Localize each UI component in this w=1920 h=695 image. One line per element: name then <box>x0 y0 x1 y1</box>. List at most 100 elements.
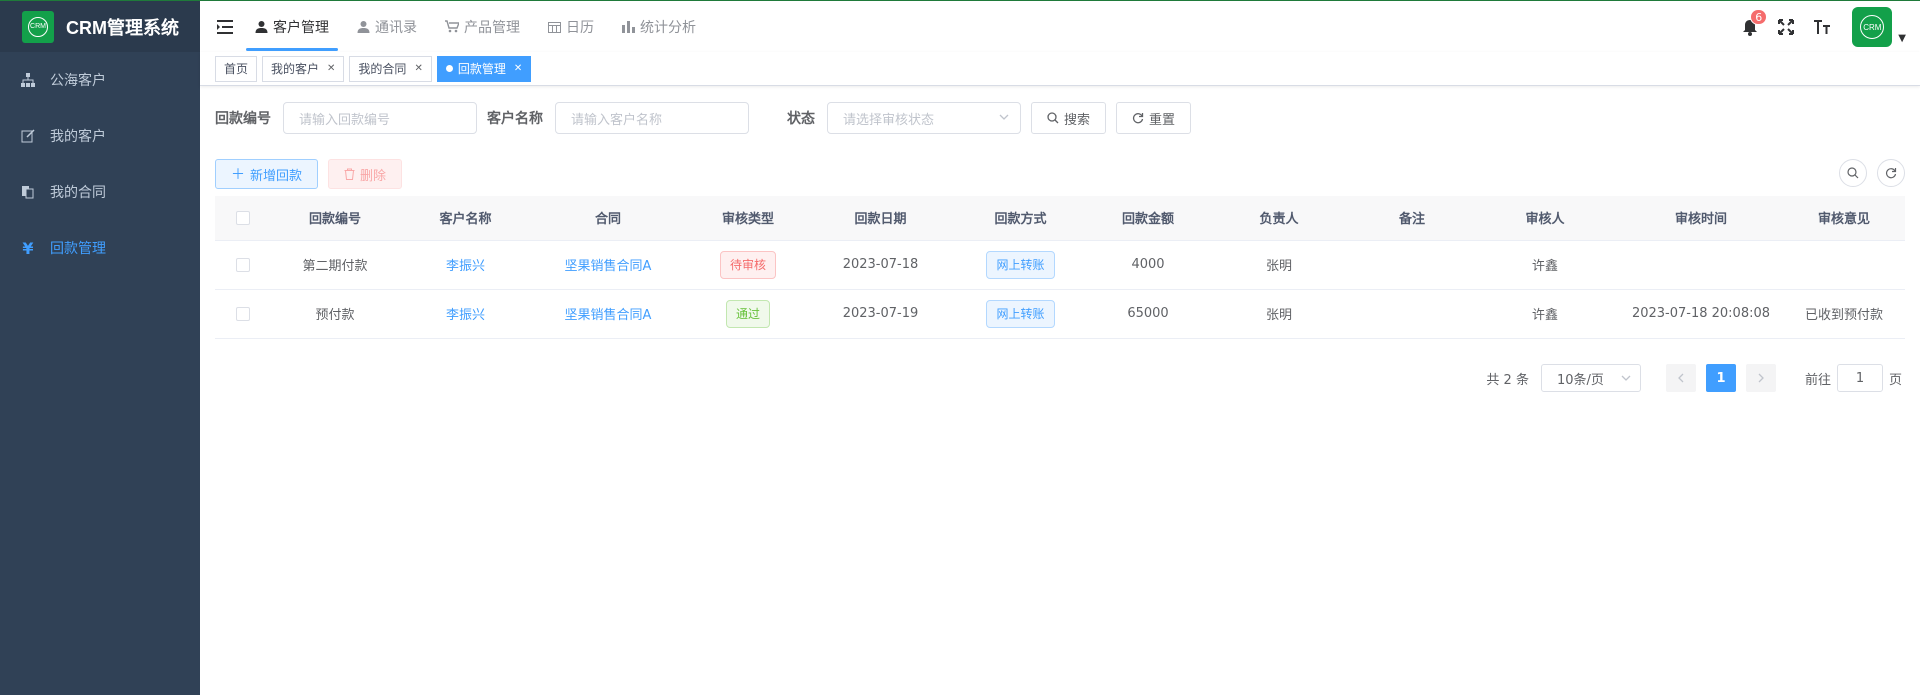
tag-payments[interactable]: 回款管理 ✕ <box>436 55 532 82</box>
table-tools <box>1829 159 1905 187</box>
delete-button[interactable]: 删除 <box>328 159 403 189</box>
col-header: 回款金额 <box>1091 196 1205 241</box>
contract-cell: 坚果销售合同A <box>531 240 685 290</box>
documents-icon <box>20 184 36 200</box>
fullscreen-icon[interactable] <box>1776 17 1796 37</box>
sidebar-item-label: 回款管理 <box>50 241 106 257</box>
nav-tab-label: 客户管理 <box>273 19 329 36</box>
reset-button[interactable]: 重置 <box>1116 102 1192 134</box>
method-cell: 网上转账 <box>950 240 1091 290</box>
page-size-value: 10条/页 <box>1556 372 1604 388</box>
status-cell: 通过 <box>685 289 811 339</box>
nav-tab-customers[interactable]: 客户管理 <box>246 1 338 53</box>
user-icon <box>255 20 268 33</box>
page-size-select[interactable]: 10条/页 <box>1540 364 1641 392</box>
next-page-button[interactable] <box>1745 364 1776 392</box>
tag-my-contracts[interactable]: 我的合同 ✕ <box>349 55 432 82</box>
avatar-text: CRM <box>1860 15 1885 39</box>
contract-link[interactable]: 坚果销售合同A <box>565 259 652 274</box>
customer-cell: 李振兴 <box>400 289 531 339</box>
avatar[interactable]: CRM <box>1852 7 1893 47</box>
font-size-icon[interactable] <box>1812 17 1832 37</box>
hamburger-icon[interactable] <box>200 1 250 53</box>
plus-icon: ＋ <box>231 167 245 183</box>
logo-icon: CRM <box>22 10 54 43</box>
add-payment-button[interactable]: ＋ 新增回款 <box>215 159 319 189</box>
status-badge: 待审核 <box>719 250 776 279</box>
status-select[interactable]: 请选择审核状态 <box>827 102 1021 134</box>
caret-down-icon[interactable]: ▼ <box>1898 33 1906 44</box>
sidebar: CRM CRM管理系统 公海客户 我的客户 我的合同 ¥ 回款管理 <box>0 0 200 695</box>
search-button[interactable]: 搜索 <box>1031 102 1107 134</box>
goto-page-input[interactable]: 1 <box>1836 364 1883 392</box>
sidebar-item-my-customers[interactable]: 我的客户 <box>0 108 200 164</box>
select-cell <box>215 240 270 290</box>
pagination-total: 共 2 条 <box>1486 372 1529 388</box>
col-header: 审核类型 <box>685 196 811 241</box>
row-checkbox[interactable] <box>235 306 250 321</box>
auditor: 许鑫 <box>1471 240 1619 290</box>
payment-no: 预付款 <box>270 289 400 339</box>
refresh-button[interactable] <box>1877 159 1905 187</box>
chevron-down-icon <box>998 111 1010 127</box>
header-actions: 6 CRM ▼ <box>1740 1 1920 53</box>
close-icon[interactable]: ✕ <box>514 63 522 74</box>
logo-bar: CRM CRM管理系统 <box>0 0 200 52</box>
close-icon[interactable]: ✕ <box>327 63 335 74</box>
chevron-left-icon <box>1677 373 1685 383</box>
col-header: 备注 <box>1353 196 1471 241</box>
refresh-icon <box>1885 167 1897 179</box>
close-icon[interactable]: ✕ <box>414 63 422 74</box>
owner: 张明 <box>1205 289 1353 339</box>
amount: 4000 <box>1091 240 1205 290</box>
bell-icon[interactable]: 6 <box>1740 9 1768 37</box>
col-header: 审核意见 <box>1783 196 1905 241</box>
status-badge: 通过 <box>725 299 770 328</box>
customer-name-input[interactable]: 请输入客户名称 <box>555 102 749 134</box>
col-header: 审核人 <box>1471 196 1619 241</box>
chevron-right-icon <box>1757 373 1765 383</box>
tag-my-customers[interactable]: 我的客户 ✕ <box>262 55 345 82</box>
sidebar-item-label: 我的合同 <box>50 185 106 201</box>
tag-home[interactable]: 首页 <box>215 55 258 82</box>
nav-tab-label: 产品管理 <box>464 19 520 36</box>
nav-tab-contacts[interactable]: 通讯录 <box>352 1 422 53</box>
nav-tab-products[interactable]: 产品管理 <box>440 1 525 53</box>
auditor: 许鑫 <box>1471 289 1619 339</box>
sidebar-item-my-contracts[interactable]: 我的合同 <box>0 164 200 220</box>
nav-tab-calendar[interactable]: 日历 <box>543 1 599 53</box>
user-icon <box>357 20 370 33</box>
top-navbar: 客户管理 通讯录 产品管理 日历 统计分析 6 CRM ▼ <box>200 0 1920 52</box>
audit-time: 2023-07-18 20:08:08 <box>1619 289 1783 339</box>
col-header: 审核时间 <box>1619 196 1783 241</box>
select-all-checkbox[interactable] <box>235 210 250 225</box>
audit-time <box>1619 240 1783 290</box>
method-badge: 网上转账 <box>986 299 1055 328</box>
payment-no-input[interactable]: 请输入回款编号 <box>283 102 477 134</box>
col-header: 回款方式 <box>950 196 1091 241</box>
select-cell <box>215 289 270 339</box>
customer-link[interactable]: 李振兴 <box>446 259 485 274</box>
row-checkbox[interactable] <box>235 257 250 272</box>
sidebar-item-label: 公海客户 <box>50 73 106 89</box>
toggle-search-button[interactable] <box>1839 159 1867 187</box>
sidebar-item-payments[interactable]: ¥ 回款管理 <box>0 220 200 276</box>
col-header: 客户名称 <box>400 196 531 241</box>
sidebar-item-public-customers[interactable]: 公海客户 <box>0 52 200 108</box>
search-button-label: 搜索 <box>1064 112 1091 128</box>
active-dot-icon <box>445 65 453 72</box>
prev-page-button[interactable] <box>1665 364 1696 392</box>
customer-link[interactable]: 李振兴 <box>446 308 485 323</box>
page-number-button[interactable]: 1 <box>1705 364 1736 392</box>
table-row: 第二期付款 李振兴 坚果销售合同A 待审核 2023-07-18 网上转账 40… <box>215 240 1905 290</box>
add-button-label: 新增回款 <box>250 168 303 184</box>
search-form: 回款编号 请输入回款编号 客户名称 请输入客户名称 状态 请选择审核状态 搜索 … <box>215 102 1201 134</box>
contract-link[interactable]: 坚果销售合同A <box>565 308 652 323</box>
method-cell: 网上转账 <box>950 289 1091 339</box>
yen-icon: ¥ <box>22 238 34 258</box>
table-row: 预付款 李振兴 坚果销售合同A 通过 2023-07-19 网上转账 65000… <box>215 289 1905 339</box>
col-header: 合同 <box>531 196 685 241</box>
cart-icon <box>445 20 459 33</box>
nav-tab-statistics[interactable]: 统计分析 <box>617 1 701 53</box>
app-title: CRM管理系统 <box>66 17 179 38</box>
